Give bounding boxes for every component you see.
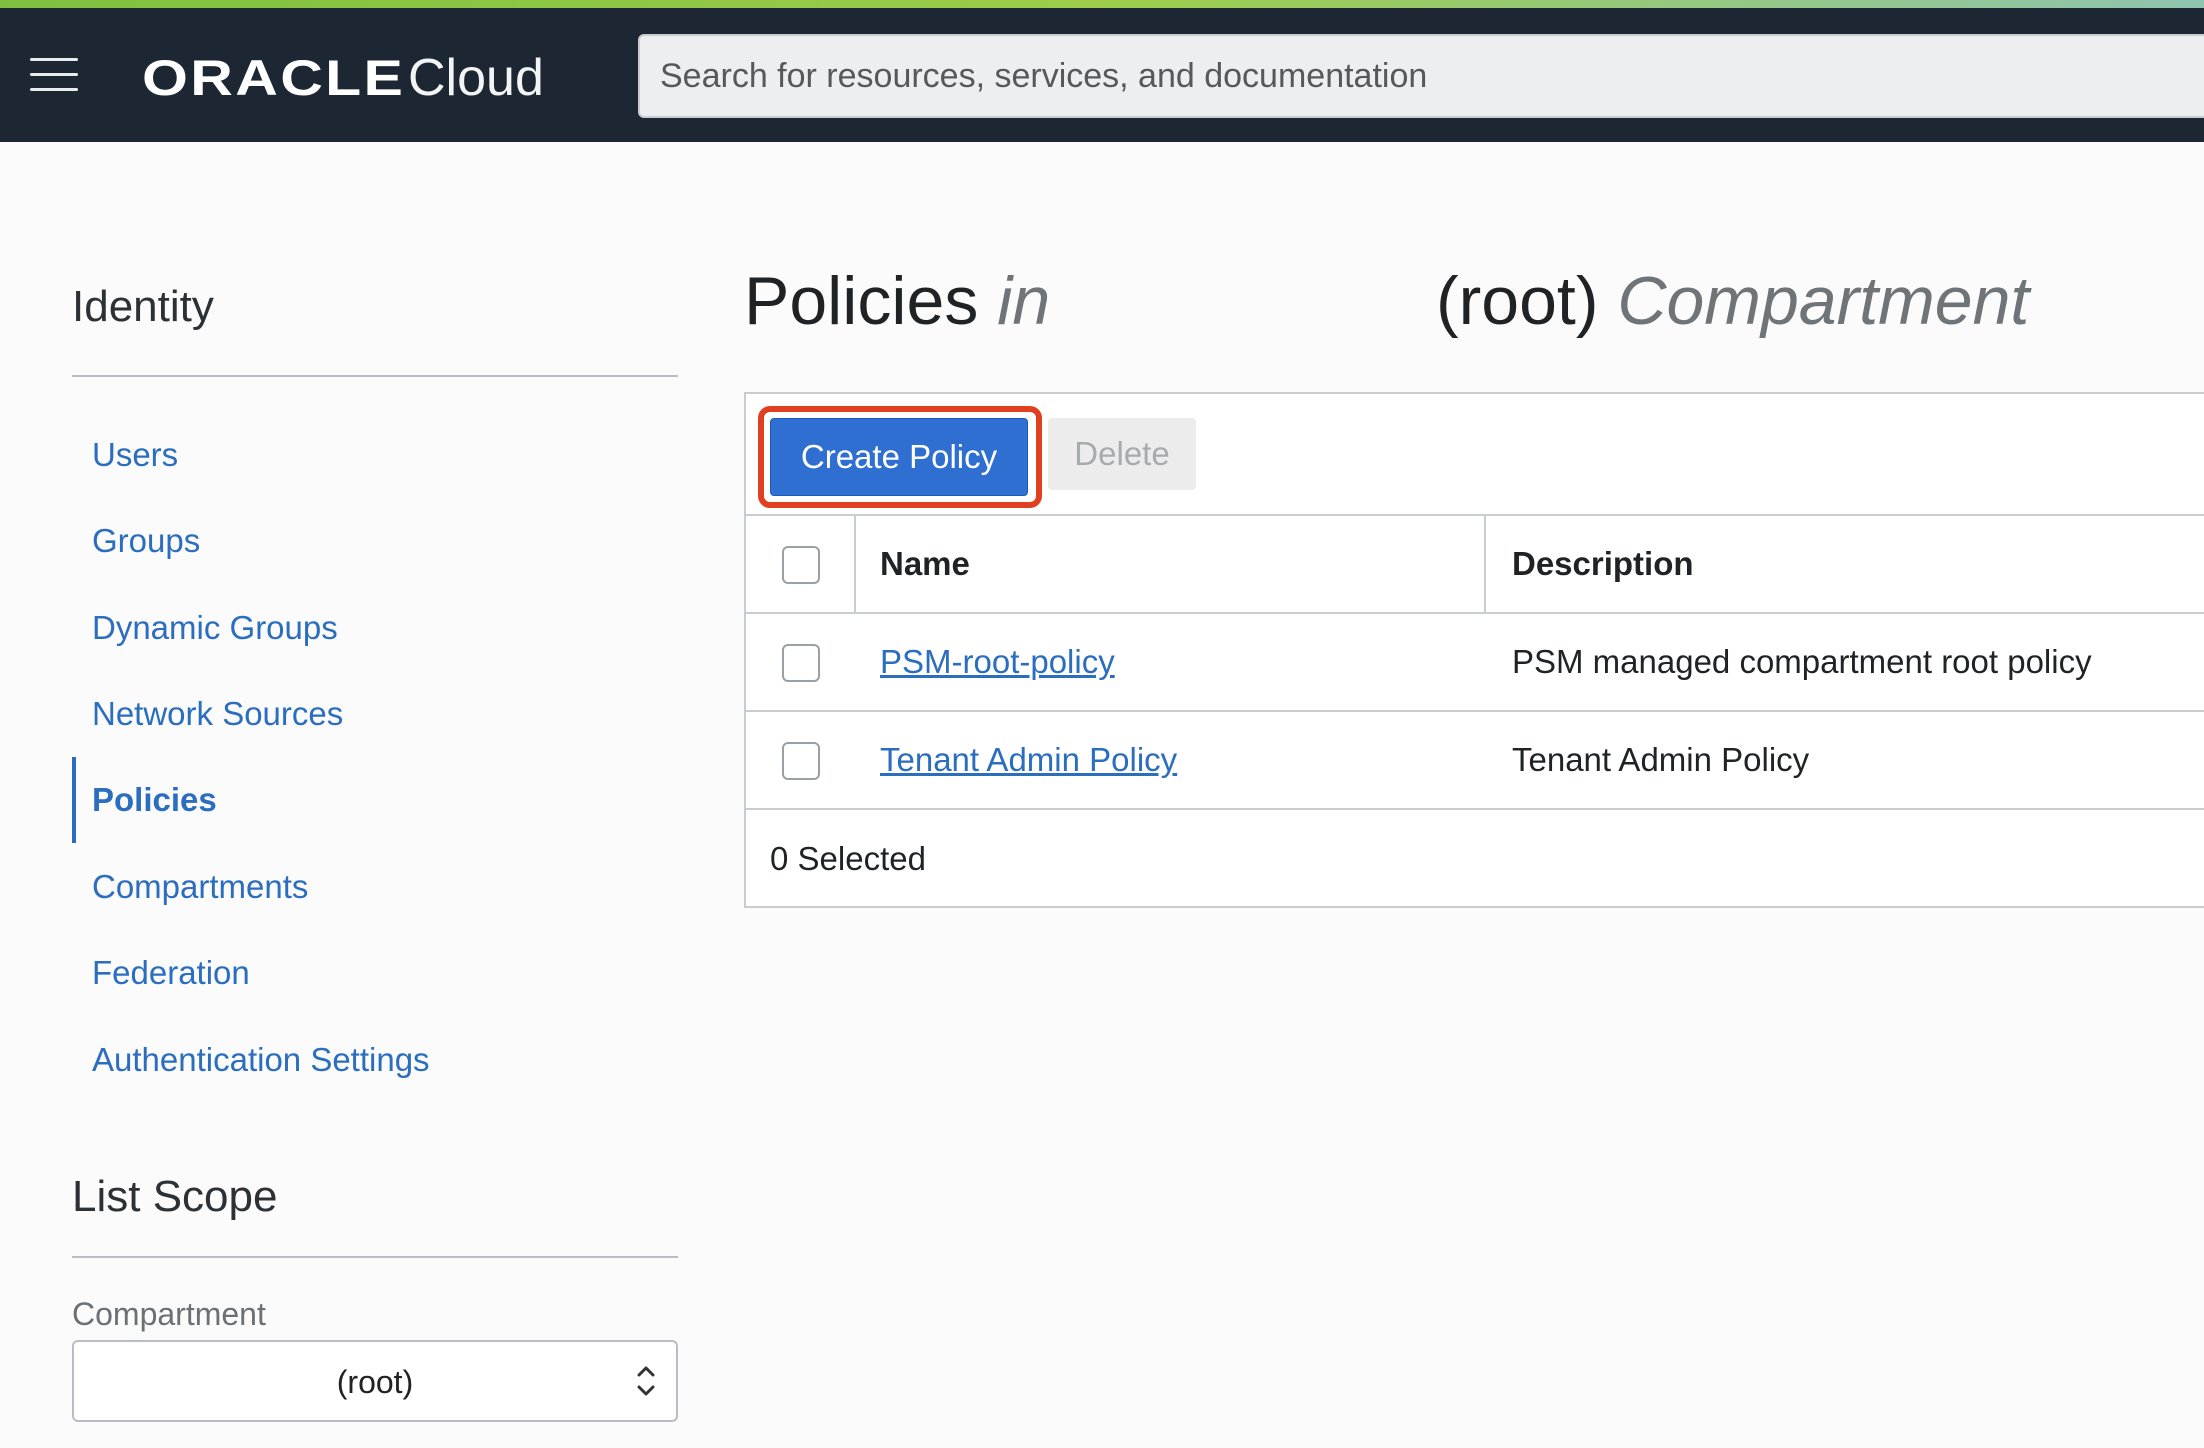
table-header-row: Name Description: [746, 516, 2204, 614]
column-header-name[interactable]: Name: [856, 516, 1486, 612]
sidebar-item-dynamic-groups[interactable]: Dynamic Groups: [72, 585, 672, 671]
sidebar-item-users[interactable]: Users: [72, 412, 672, 498]
table-row: Tenant Admin Policy Tenant Admin Policy: [746, 712, 2204, 810]
page-title-word: Policies: [744, 263, 979, 339]
sidebar-item-groups[interactable]: Groups: [72, 498, 672, 584]
policy-name-cell: PSM-root-policy: [856, 614, 1486, 710]
sidebar-item-compartments[interactable]: Compartments: [72, 844, 672, 930]
sidebar-title: Identity: [72, 282, 214, 331]
selected-count: 0 Selected: [770, 840, 926, 877]
column-header-description: Description: [1512, 545, 1694, 582]
compartment-select[interactable]: (root): [72, 1340, 678, 1422]
hamburger-menu-icon[interactable]: [30, 58, 78, 94]
policy-name-link[interactable]: PSM-root-policy: [880, 643, 1115, 680]
list-scope-title: List Scope: [72, 1172, 278, 1221]
top-accent-strip: [0, 0, 2204, 8]
create-policy-button[interactable]: Create Policy: [770, 418, 1028, 496]
row-select-cell: [746, 712, 856, 808]
table-toolbar: Create Policy Delete: [746, 394, 2204, 516]
page-title-in: in: [997, 263, 1051, 339]
page-title-root: (root): [1436, 263, 1599, 339]
policy-description-cell: PSM managed compartment root policy: [1512, 643, 2092, 680]
compartment-label: Compartment: [72, 1296, 266, 1332]
top-header: ORACLE Cloud Search for resources, servi…: [0, 8, 2204, 142]
sidebar-item-authentication-settings[interactable]: Authentication Settings: [72, 1017, 672, 1103]
compartment-select-value: (root): [336, 1364, 414, 1400]
page-title: Policies in: [744, 262, 1050, 342]
row-select-cell: [746, 614, 856, 710]
page-title-compartment-word: Compartment: [1617, 263, 2030, 339]
sidebar-divider: [72, 375, 678, 377]
page-title-compartment: (root) Compartment: [1436, 262, 2029, 342]
list-scope-divider: [72, 1256, 678, 1258]
select-all-cell: [746, 516, 856, 612]
sidebar-item-federation[interactable]: Federation: [72, 930, 672, 1016]
oracle-cloud-logo[interactable]: ORACLE Cloud: [142, 48, 544, 108]
row-checkbox[interactable]: [782, 644, 820, 682]
logo-brand: ORACLE: [142, 50, 406, 106]
policies-table: Create Policy Delete Name Description PS…: [744, 392, 2204, 908]
policy-description-cell: Tenant Admin Policy: [1512, 741, 1810, 778]
sidebar-item-network-sources[interactable]: Network Sources: [72, 671, 672, 757]
sidebar-item-policies[interactable]: Policies: [72, 757, 672, 843]
delete-button: Delete: [1048, 418, 1196, 490]
policy-name-cell: Tenant Admin Policy: [856, 712, 1486, 808]
chevron-up-down-icon: [637, 1366, 655, 1396]
policy-name-link[interactable]: Tenant Admin Policy: [880, 741, 1177, 778]
table-row: PSM-root-policy PSM managed compartment …: [746, 614, 2204, 712]
row-checkbox[interactable]: [782, 742, 820, 780]
select-all-checkbox[interactable]: [782, 546, 820, 584]
search-input[interactable]: Search for resources, services, and docu…: [638, 34, 2204, 118]
